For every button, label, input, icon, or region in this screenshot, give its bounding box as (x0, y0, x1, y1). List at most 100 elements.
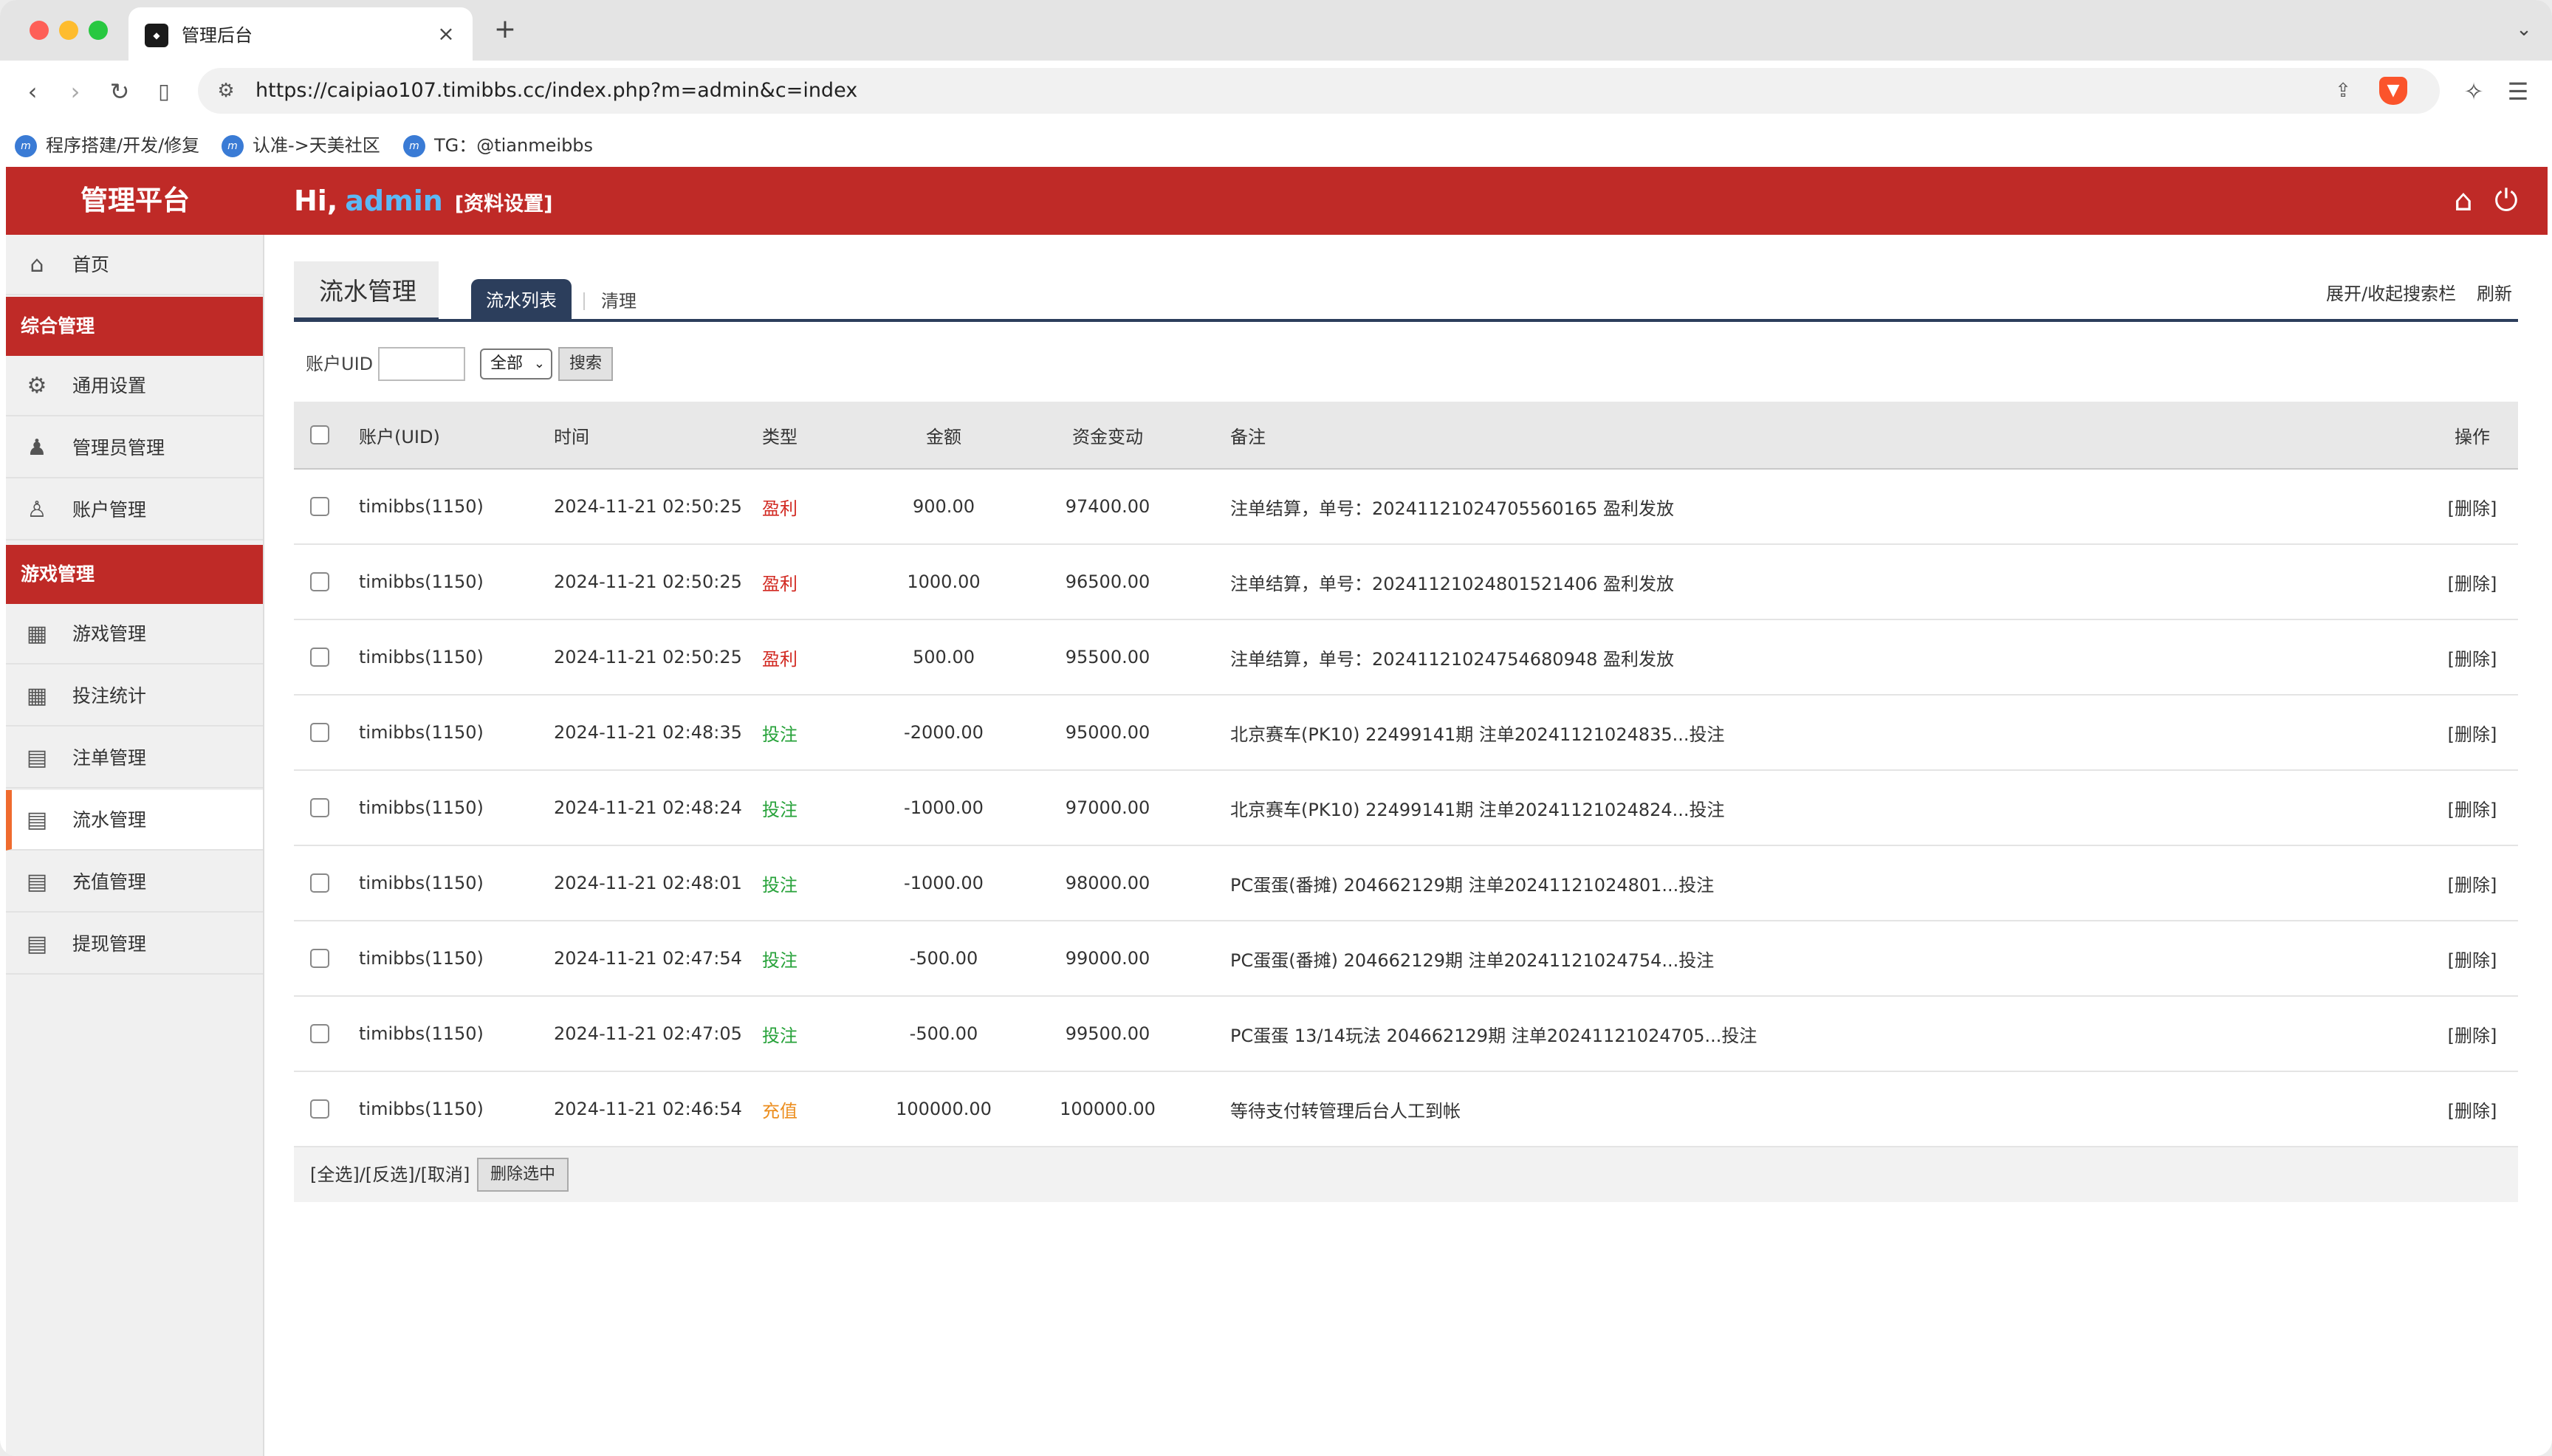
balance-cell: 99000.00 (1065, 948, 1150, 969)
sidebar-item-transactions[interactable]: ▤ 流水管理 (6, 790, 263, 851)
sidebar-item-bet-stats[interactable]: ▦ 投注统计 (6, 666, 263, 727)
bookmark-favicon-icon: m (222, 135, 244, 157)
row-checkbox[interactable] (310, 497, 329, 516)
column-header: 备注 (1230, 426, 1266, 447)
brave-shield-icon[interactable]: ▼ (2379, 77, 2407, 105)
username: admin (345, 185, 443, 217)
sidebar-item-orders[interactable]: ▤ 注单管理 (6, 728, 263, 789)
balance-cell: 95500.00 (1065, 647, 1150, 667)
row-checkbox[interactable] (310, 572, 329, 591)
delete-link[interactable]: [删除] (2435, 470, 2509, 543)
close-window-button[interactable] (30, 21, 49, 40)
delete-link[interactable]: [删除] (2435, 846, 2509, 920)
sidebar-item-home[interactable]: ⌂ 首页 (6, 235, 263, 295)
sidebar-item-withdraw[interactable]: ▤ 提现管理 (6, 914, 263, 975)
refresh-link[interactable]: 刷新 (2477, 281, 2512, 307)
profile-settings-link[interactable]: [资料设置] (455, 193, 553, 216)
tab-list-chevron-icon[interactable]: ⌄ (2511, 16, 2537, 43)
note-cell: 注单结算，单号：20241121024754680948 盈利发放 (1230, 648, 1675, 670)
time-cell: 2024-11-21 02:50:25 (554, 647, 742, 667)
logout-power-icon[interactable]: ⏻ (2487, 182, 2525, 220)
tab-clear[interactable]: 清理 (601, 288, 637, 315)
sidebar-item-admins[interactable]: ♟ 管理员管理 (6, 418, 263, 478)
delete-link[interactable]: [删除] (2435, 696, 2509, 769)
sidebar-group-general[interactable]: 综合管理 (6, 297, 263, 356)
gear-icon: ⚙ (27, 373, 47, 399)
sidebar-item-label: 充值管理 (72, 871, 147, 893)
delete-link[interactable]: [删除] (2435, 771, 2509, 845)
reload-icon[interactable]: ↻ (100, 72, 139, 111)
bookmark-item[interactable]: m TG：@tianmeibbs (403, 127, 593, 164)
table-footer: [全选]/[反选]/[取消] 删除选中 (294, 1147, 2518, 1202)
account-cell: timibbs(1150) (359, 571, 484, 592)
address-bar[interactable]: ⚙ https://caipiao107.timibbs.cc/index.ph… (198, 68, 2440, 114)
user-icon: ♙ (27, 497, 47, 523)
column-header: 操作 (2455, 426, 2490, 447)
sidebar-item-label: 首页 (72, 254, 110, 275)
table-row: timibbs(1150) 2024-11-21 02:47:54 投注 -500.0… (294, 921, 2518, 997)
row-checkbox[interactable] (310, 949, 329, 968)
sidebar-item-label: 流水管理 (72, 809, 147, 831)
row-checkbox[interactable] (310, 648, 329, 667)
bookmark-icon[interactable]: ▯ (145, 72, 183, 111)
column-header: 资金变动 (1072, 426, 1143, 447)
tab-title: 管理后台 (182, 25, 253, 46)
type-select[interactable]: 全部 ⌄ (480, 348, 552, 380)
row-checkbox[interactable] (310, 798, 329, 817)
note-cell: 等待支付转管理后台人工到帐 (1230, 1100, 1461, 1122)
row-select-cell (294, 997, 346, 1071)
bookmark-item[interactable]: m 认准->天美社区 (222, 127, 380, 164)
sidebar-group-games[interactable]: 游戏管理 (6, 545, 263, 604)
row-checkbox[interactable] (310, 1099, 329, 1119)
leo-ai-icon[interactable]: ✧ (2455, 72, 2493, 111)
row-select-cell (294, 620, 346, 694)
delete-link[interactable]: [删除] (2435, 997, 2509, 1071)
delete-link[interactable]: [删除] (2435, 620, 2509, 694)
new-tab-icon[interactable]: + (490, 15, 520, 44)
amount-cell: -2000.00 (904, 722, 984, 743)
sidebar: ⌂ 首页 综合管理 ⚙ 通用设置 ♟ 管理员管理 ♙ 账户管理 游戏管理 ▦ 游… (6, 235, 264, 1456)
share-icon[interactable]: ⇪ (2329, 77, 2357, 105)
select-links[interactable]: [全选]/[反选]/[取消] (310, 1147, 470, 1202)
sidebar-item-label: 管理员管理 (72, 437, 165, 459)
home-icon[interactable]: ⌂ (2444, 182, 2483, 220)
toggle-search-link[interactable]: 展开/收起搜索栏 (2326, 281, 2456, 307)
maximize-window-button[interactable] (89, 21, 108, 40)
home-icon: ⌂ (30, 252, 44, 278)
select-all-checkbox[interactable] (310, 425, 329, 444)
menu-icon[interactable]: ☰ (2499, 72, 2537, 111)
bookmark-item[interactable]: m 程序搭建/开发/修复 (15, 127, 199, 164)
site-settings-icon[interactable]: ⚙ (213, 78, 239, 104)
chevron-down-icon: ⌄ (533, 356, 545, 371)
tab-underline (294, 319, 2518, 322)
uid-input[interactable] (378, 347, 465, 381)
sidebar-item-accounts[interactable]: ♙ 账户管理 (6, 480, 263, 540)
amount-cell: -1000.00 (904, 873, 984, 893)
minimize-window-button[interactable] (59, 21, 78, 40)
row-checkbox[interactable] (310, 723, 329, 742)
delete-link[interactable]: [删除] (2435, 1072, 2509, 1146)
forward-icon[interactable]: › (56, 72, 95, 111)
search-button[interactable]: 搜索 (558, 347, 613, 381)
sidebar-item-games[interactable]: ▦ 游戏管理 (6, 604, 263, 665)
sidebar-item-general-settings[interactable]: ⚙ 通用设置 (6, 356, 263, 416)
sidebar-item-recharge[interactable]: ▤ 充值管理 (6, 852, 263, 913)
table-header: 账户(UID) 时间 类型 金额 资金变动 备注 操作 (294, 402, 2518, 470)
type-cell: 投注 (762, 724, 798, 745)
page-title-tab[interactable]: 流水管理 (294, 261, 439, 322)
tab-transaction-list[interactable]: 流水列表 (471, 279, 572, 322)
row-checkbox[interactable] (310, 1024, 329, 1043)
row-checkbox[interactable] (310, 873, 329, 893)
back-icon[interactable]: ‹ (13, 72, 52, 111)
time-cell: 2024-11-21 02:46:54 (554, 1099, 742, 1119)
delete-selected-button[interactable]: 删除选中 (477, 1158, 569, 1192)
url-text[interactable]: https://caipiao107.timibbs.cc/index.php?… (255, 78, 857, 104)
delete-link[interactable]: [删除] (2435, 545, 2509, 619)
browser-tab[interactable]: ◆ 管理后台 × (128, 7, 473, 61)
delete-link[interactable]: [删除] (2435, 921, 2509, 995)
amount-cell: 500.00 (913, 647, 975, 667)
sidebar-item-label: 注单管理 (72, 747, 147, 769)
close-tab-icon[interactable]: × (433, 21, 459, 47)
browser-toolbar: ‹ › ↻ ▯ ⚙ https://caipiao107.timibbs.cc/… (0, 61, 2552, 174)
account-cell: timibbs(1150) (359, 948, 484, 969)
